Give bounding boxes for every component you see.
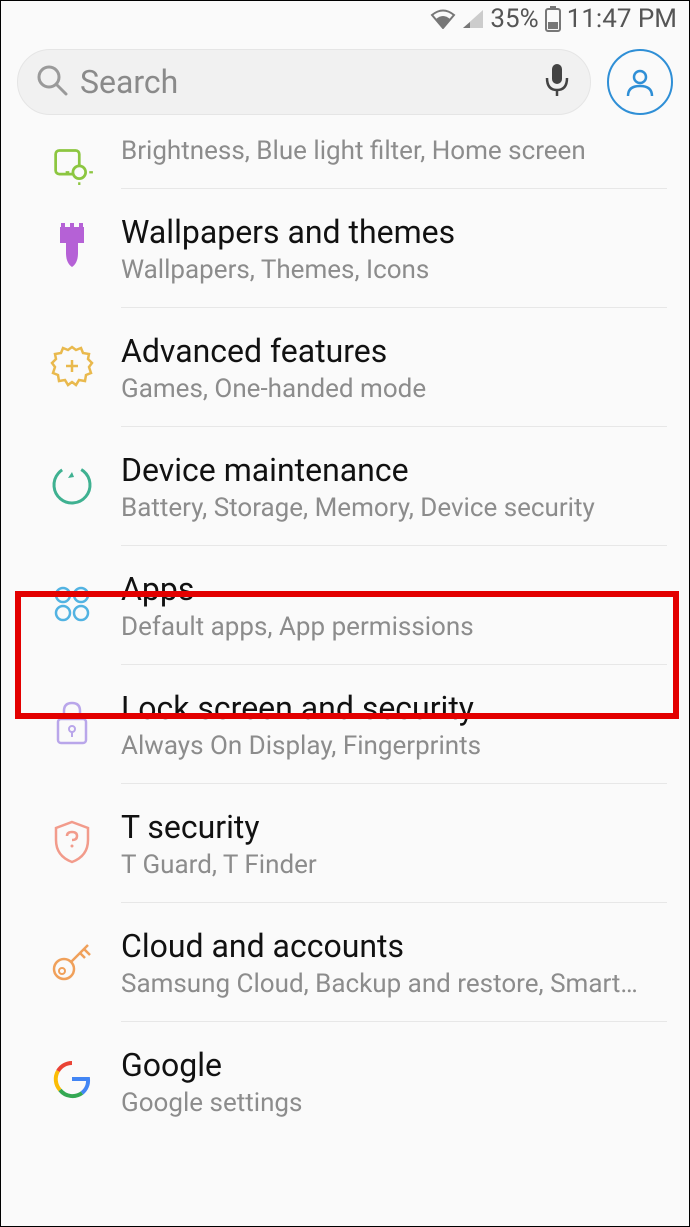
settings-item-maintenance[interactable]: Device maintenance Battery, Storage, Mem… bbox=[1, 427, 689, 546]
signal-icon bbox=[462, 9, 484, 29]
item-subtitle: Brightness, Blue light filter, Home scre… bbox=[121, 136, 667, 166]
user-icon bbox=[624, 66, 656, 98]
item-subtitle: Always On Display, Fingerprints bbox=[121, 731, 667, 761]
settings-item-google[interactable]: Google Google settings bbox=[1, 1022, 689, 1140]
item-title: Lock screen and security bbox=[121, 689, 667, 727]
settings-item-lock[interactable]: Lock screen and security Always On Displ… bbox=[1, 665, 689, 784]
brush-icon bbox=[52, 223, 92, 275]
battery-percentage: 35% bbox=[490, 4, 538, 34]
settings-item-wallpapers[interactable]: Wallpapers and themes Wallpapers, Themes… bbox=[1, 189, 689, 308]
google-icon bbox=[50, 1057, 94, 1105]
settings-item-display[interactable]: Brightness, Blue light filter, Home scre… bbox=[1, 129, 689, 189]
settings-item-tsecurity[interactable]: T security T Guard, T Finder bbox=[1, 784, 689, 903]
item-title: Apps bbox=[121, 570, 667, 608]
item-subtitle: T Guard, T Finder bbox=[121, 850, 667, 880]
item-title: Wallpapers and themes bbox=[121, 213, 667, 251]
item-subtitle: Wallpapers, Themes, Icons bbox=[121, 255, 667, 285]
display-icon bbox=[50, 145, 94, 189]
item-subtitle: Games, One-handed mode bbox=[121, 374, 667, 404]
search-row: Search bbox=[1, 37, 689, 129]
item-title: T security bbox=[121, 808, 667, 846]
wifi-icon bbox=[430, 9, 456, 29]
battery-icon bbox=[545, 6, 561, 32]
search-placeholder: Search bbox=[80, 63, 532, 101]
search-box[interactable]: Search bbox=[17, 49, 591, 115]
profile-button[interactable] bbox=[607, 49, 673, 115]
search-icon bbox=[36, 64, 68, 100]
settings-item-apps[interactable]: Apps Default apps, App permissions bbox=[1, 546, 689, 665]
status-bar: 35% 11:47 PM bbox=[1, 1, 689, 37]
item-title: Device maintenance bbox=[121, 451, 667, 489]
item-title: Google bbox=[121, 1046, 667, 1084]
gear-plus-icon bbox=[49, 343, 95, 393]
item-subtitle: Default apps, App permissions bbox=[121, 612, 667, 642]
settings-item-advanced[interactable]: Advanced features Games, One-handed mode bbox=[1, 308, 689, 427]
item-subtitle: Battery, Storage, Memory, Device securit… bbox=[121, 493, 667, 523]
shield-icon bbox=[51, 818, 93, 870]
lock-icon bbox=[52, 699, 92, 751]
settings-item-cloud[interactable]: Cloud and accounts Samsung Cloud, Backup… bbox=[1, 903, 689, 1022]
clock: 11:47 PM bbox=[567, 4, 677, 34]
item-subtitle: Samsung Cloud, Backup and restore, Smart… bbox=[121, 969, 667, 999]
key-icon bbox=[48, 937, 96, 989]
item-subtitle: Google settings bbox=[121, 1088, 667, 1118]
item-title: Advanced features bbox=[121, 332, 667, 370]
mic-icon[interactable] bbox=[544, 62, 570, 102]
item-title: Cloud and accounts bbox=[121, 927, 667, 965]
settings-list: Brightness, Blue light filter, Home scre… bbox=[1, 129, 689, 1140]
apps-icon bbox=[50, 582, 94, 630]
maintenance-icon bbox=[49, 462, 95, 512]
